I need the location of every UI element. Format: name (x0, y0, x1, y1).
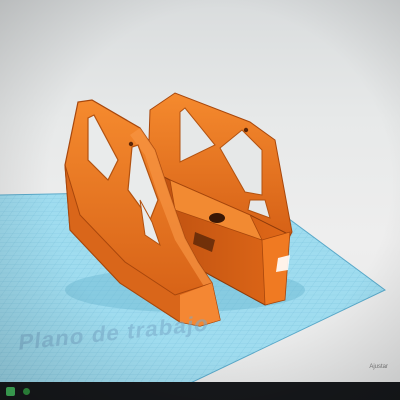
taskbar (0, 382, 400, 400)
status-icon[interactable] (23, 387, 30, 395)
hole-icon (243, 127, 249, 133)
adjust-label[interactable]: Ajustar (369, 364, 388, 370)
tinkercad-screen: Plano de trabajo Ajustar (0, 0, 400, 400)
front-hole-icon (128, 141, 134, 147)
app-icon[interactable] (6, 386, 15, 396)
center-hole-icon (209, 213, 225, 223)
